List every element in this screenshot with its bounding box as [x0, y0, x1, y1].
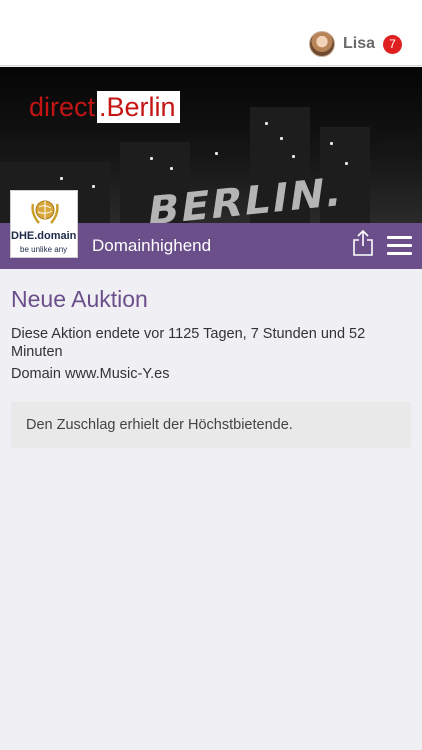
globe-laurel-icon — [31, 200, 59, 224]
brand-text-direct: direct — [29, 92, 96, 122]
hamburger-menu-icon[interactable] — [387, 236, 412, 256]
page-title: Neue Auktion — [11, 286, 148, 312]
share-icon[interactable] — [352, 229, 374, 257]
user-name[interactable]: Lisa — [343, 35, 375, 53]
auction-domain-text: Domain www.Music-Y.es — [11, 366, 170, 382]
nav-title[interactable]: Domainhighend — [92, 236, 211, 256]
auction-ended-text: Diese Aktion endete vor 1125 Tagen, 7 St… — [11, 326, 366, 360]
user-profile[interactable]: Lisa 7 — [308, 30, 402, 58]
brand-text-berlin: .Berlin — [97, 91, 180, 123]
winner-notice: Den Zuschlag erhielt der Höchstbietende. — [11, 402, 411, 448]
logo-tagline: be unlike any — [20, 245, 68, 254]
winner-notice-text: Den Zuschlag erhielt der Höchstbietende. — [26, 417, 293, 433]
seller-logo[interactable]: DHE.domain be unlike any — [10, 190, 78, 258]
notification-badge[interactable]: 7 — [383, 34, 402, 54]
top-bar: Lisa 7 — [0, 0, 422, 66]
logo-text: DHE.domain — [11, 230, 77, 242]
brand-logo: direct .Berlin — [29, 91, 180, 123]
user-avatar[interactable] — [308, 31, 335, 57]
auction-content: Neue Auktion Diese Aktion endete vor 112… — [11, 286, 411, 383]
